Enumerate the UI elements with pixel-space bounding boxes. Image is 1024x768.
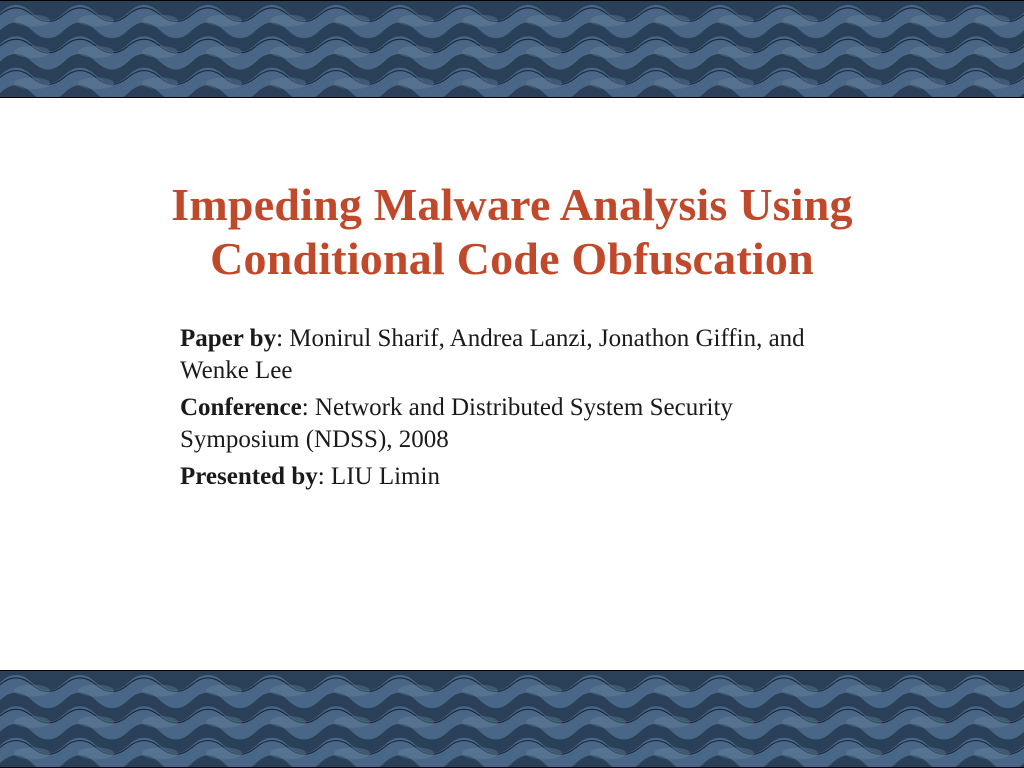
top-border-band [0, 0, 1024, 98]
slide-details: Paper by: Monirul Sharif, Andrea Lanzi, … [180, 323, 844, 498]
slide-content: Impeding Malware Analysis Using Conditio… [0, 98, 1024, 670]
presented-by-line: Presented by: LIU Limin [180, 461, 844, 494]
bottom-border-band [0, 670, 1024, 768]
paper-by-line: Paper by: Monirul Sharif, Andrea Lanzi, … [180, 323, 844, 388]
slide: Impeding Malware Analysis Using Conditio… [0, 0, 1024, 768]
wave-pattern-bottom [0, 671, 1024, 767]
conference-line: Conference: Network and Distributed Syst… [180, 392, 844, 457]
wave-pattern-top [0, 1, 1024, 97]
presented-by-value: : LIU Limin [318, 463, 440, 490]
slide-title: Impeding Malware Analysis Using Conditio… [80, 178, 944, 287]
presented-by-label: Presented by [180, 463, 318, 490]
conference-label: Conference [180, 394, 302, 421]
paper-by-label: Paper by [180, 325, 276, 352]
